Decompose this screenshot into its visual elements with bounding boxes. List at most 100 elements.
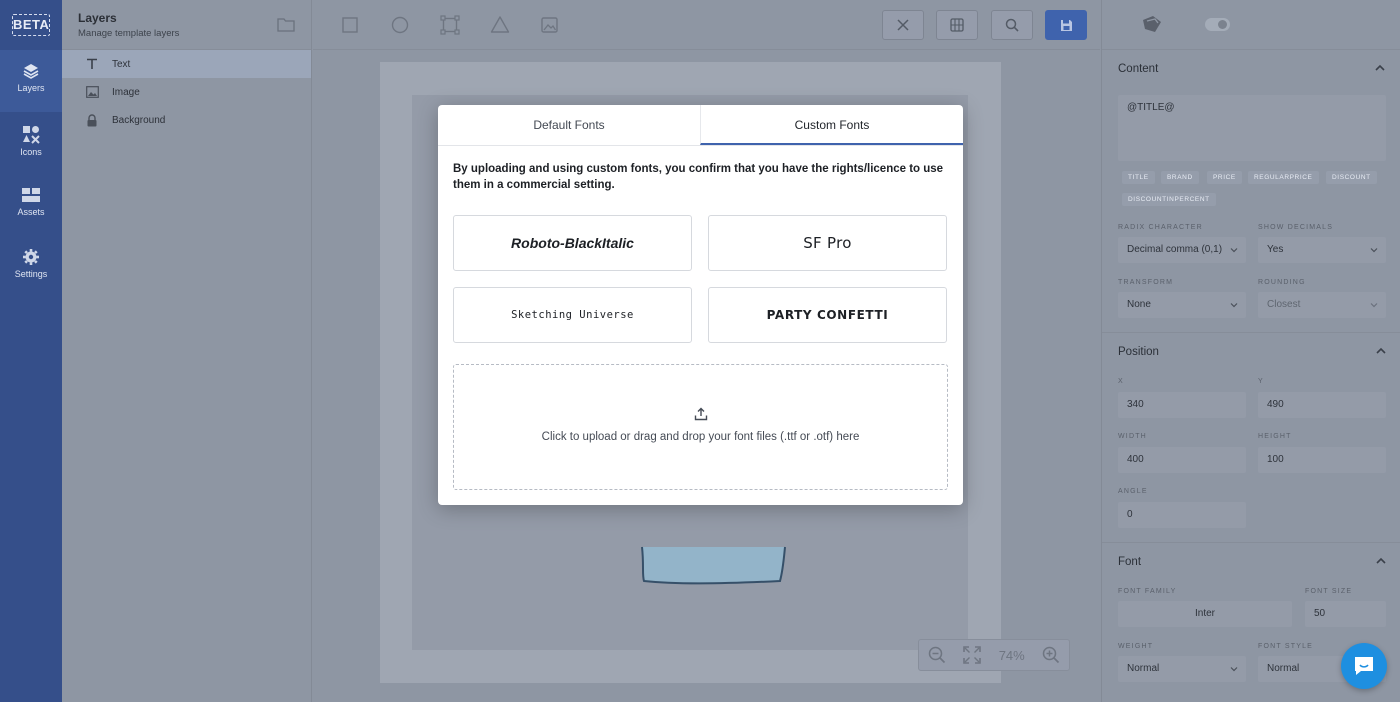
layers-panel: Layers Manage template layers Text Image… <box>62 0 312 702</box>
font-style-value: Normal <box>1267 663 1300 674</box>
font-card-roboto-blackitalic[interactable]: Roboto-BlackItalic <box>453 215 692 271</box>
layer-label: Background <box>112 114 166 126</box>
font-style-label: FONT STYLE <box>1258 643 1314 650</box>
position-section-title: Position <box>1118 346 1159 358</box>
rounding-select[interactable]: Closest <box>1258 292 1386 318</box>
weight-select[interactable]: Normal <box>1118 656 1246 682</box>
tag-discount[interactable]: DISCOUNT <box>1326 171 1377 184</box>
rail-item-assets[interactable]: Assets <box>0 174 62 236</box>
x-label: X <box>1118 378 1124 385</box>
font-size-input[interactable]: 50 <box>1305 601 1386 627</box>
search-icon <box>1005 18 1019 32</box>
transform-select[interactable]: None <box>1118 292 1246 318</box>
toggle-switch[interactable] <box>1205 18 1230 31</box>
layer-item-text[interactable]: Text <box>62 50 311 78</box>
transform-value: None <box>1127 299 1151 310</box>
save-icon <box>1060 19 1072 31</box>
decimals-value: Yes <box>1267 244 1284 255</box>
circle-tool-icon[interactable] <box>391 14 409 36</box>
font-card-sf-pro[interactable]: SF Pro <box>708 215 947 271</box>
layer-item-image[interactable]: Image <box>62 78 311 106</box>
position-section-header[interactable]: Position <box>1102 333 1400 369</box>
layers-subtitle: Manage template layers <box>78 28 180 39</box>
font-name: Sketching Universe <box>511 309 634 321</box>
rail-label-assets: Assets <box>17 207 45 217</box>
font-card-party-confetti[interactable]: PARTY CONFETTI <box>708 287 947 343</box>
zoom-out-icon[interactable] <box>928 646 946 664</box>
content-text-field[interactable]: @TITLE@ <box>1118 95 1386 161</box>
tag-regularprice[interactable]: REGULARPRICE <box>1248 171 1319 184</box>
lock-icon <box>87 113 97 126</box>
radix-select[interactable]: Decimal comma (0,1) <box>1118 237 1246 263</box>
tag-title[interactable]: TITLE <box>1122 171 1155 184</box>
layers-title: Layers <box>78 11 117 25</box>
left-nav-rail: BETA Layers Icons Assets Settings <box>0 0 62 702</box>
content-section-title: Content <box>1118 63 1159 75</box>
tab-default-fonts[interactable]: Default Fonts <box>438 105 700 145</box>
rail-label-settings: Settings <box>14 269 48 279</box>
height-label: HEIGHT <box>1258 433 1292 440</box>
font-size-label: FONT SIZE <box>1305 588 1353 595</box>
font-section-title: Font <box>1118 556 1142 568</box>
chat-icon <box>1355 657 1373 675</box>
feedback-icon[interactable] <box>1141 14 1163 34</box>
chevron-down-icon <box>1230 667 1238 672</box>
font-name: SF Pro <box>803 234 852 252</box>
y-input[interactable]: 490 <box>1258 392 1386 418</box>
tag-brand[interactable]: BRAND <box>1161 171 1199 184</box>
upload-icon <box>694 407 708 421</box>
chevron-down-icon <box>1230 303 1238 308</box>
rail-item-icons[interactable]: Icons <box>0 112 62 174</box>
close-icon <box>897 19 909 31</box>
font-card-sketching-universe[interactable]: Sketching Universe <box>453 287 692 343</box>
top-toolbar <box>313 0 1100 50</box>
layer-item-background[interactable]: Background <box>62 106 311 134</box>
close-button[interactable] <box>882 10 924 40</box>
radix-label: RADIX CHARACTER <box>1118 224 1203 231</box>
height-input[interactable]: 100 <box>1258 447 1386 473</box>
tag-price[interactable]: PRICE <box>1207 171 1242 184</box>
triangle-tool-icon[interactable] <box>490 14 510 36</box>
fit-screen-icon[interactable] <box>963 646 982 664</box>
transform-label: TRANSFORM <box>1118 279 1174 286</box>
fonts-tabs: Default Fonts Custom Fonts <box>438 105 963 146</box>
properties-panel: Content @TITLE@ TITLE BRAND PRICE REGULA… <box>1101 0 1400 702</box>
image-tool-icon[interactable] <box>541 14 559 36</box>
canvas-image-shape[interactable] <box>640 545 788 585</box>
image-icon <box>85 86 99 98</box>
font-name: PARTY CONFETTI <box>766 308 889 322</box>
zoom-in-icon[interactable] <box>1042 646 1060 664</box>
layer-label: Text <box>112 58 131 70</box>
rectangle-tool-icon[interactable] <box>342 14 358 36</box>
grid-button[interactable] <box>936 10 978 40</box>
tag-discountinpercent[interactable]: DISCOUNTINPERCENT <box>1122 193 1216 206</box>
save-button[interactable] <box>1045 10 1087 40</box>
font-family-select[interactable]: Inter <box>1118 601 1292 627</box>
frame-tool-icon[interactable] <box>440 14 460 36</box>
assets-icon <box>22 188 40 202</box>
properties-top <box>1102 0 1400 50</box>
chevron-down-icon <box>1370 303 1378 308</box>
font-section-header[interactable]: Font <box>1102 543 1400 579</box>
y-label: Y <box>1258 378 1264 385</box>
x-input[interactable]: 340 <box>1118 392 1246 418</box>
chevron-down-icon <box>1370 248 1378 253</box>
decimals-label: SHOW DECIMALS <box>1258 224 1334 231</box>
rounding-label: ROUNDING <box>1258 279 1306 286</box>
rail-label-layers: Layers <box>17 83 45 93</box>
width-input[interactable]: 400 <box>1118 447 1246 473</box>
text-icon <box>87 58 97 69</box>
rail-item-settings[interactable]: Settings <box>0 236 62 298</box>
chat-button[interactable] <box>1341 643 1387 689</box>
folder-icon[interactable] <box>277 16 295 32</box>
rail-item-layers[interactable]: Layers <box>0 50 62 112</box>
radix-value: Decimal comma (0,1) <box>1127 244 1223 255</box>
font-name: Roboto-BlackItalic <box>511 235 634 251</box>
angle-input[interactable]: 0 <box>1118 502 1246 528</box>
zoom-controls: 74% <box>918 639 1070 671</box>
search-button[interactable] <box>991 10 1033 40</box>
decimals-select[interactable]: Yes <box>1258 237 1386 263</box>
tab-custom-fonts[interactable]: Custom Fonts <box>700 105 963 145</box>
content-section-header[interactable]: Content <box>1102 50 1400 86</box>
font-upload-dropzone[interactable]: Click to upload or drag and drop your fo… <box>453 364 948 490</box>
